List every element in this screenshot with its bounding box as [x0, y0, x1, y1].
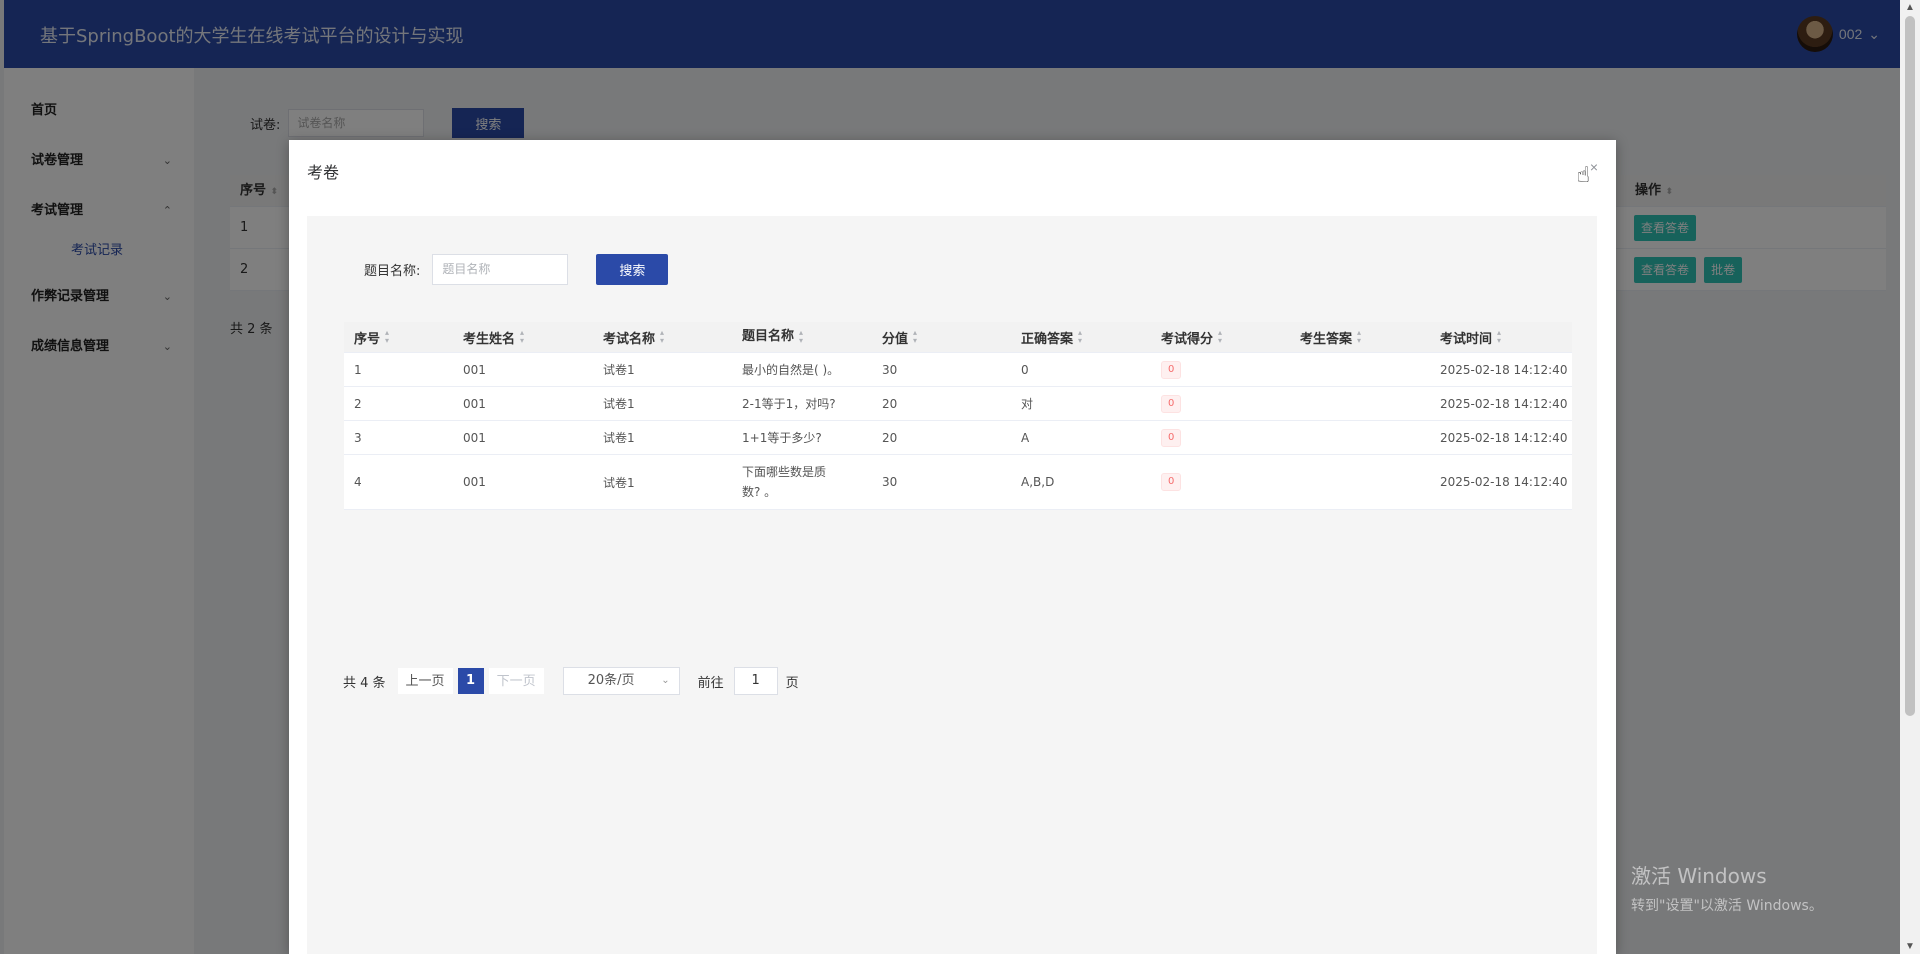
chevron-down-icon: ⌄	[661, 675, 670, 686]
column-header-score[interactable]: 分值 ▴ ▾	[882, 322, 1012, 352]
sort-icon: ▴ ▾	[660, 328, 665, 345]
cell-student-answer	[1300, 353, 1430, 386]
goto-page-input[interactable]: 1	[733, 667, 778, 695]
question-search-bar: 题目名称: 题目名称 搜索	[364, 254, 669, 285]
cell-index: 4	[354, 475, 362, 489]
cell-correct-answer: A,B,D	[1021, 475, 1055, 489]
table-row: 2 001 试卷1 2-1等于1，对吗? 20 对 0 2025-02-18 1…	[344, 387, 1572, 421]
question-search-input[interactable]: 题目名称	[432, 254, 569, 285]
question-search-button[interactable]: 搜索	[596, 254, 669, 285]
sort-icon: ▴ ▾	[520, 328, 525, 345]
table-row: 1 001 试卷1 最小的自然是( )。 30 0 0 2025-02-18 1…	[344, 353, 1572, 387]
cell-score: 20	[882, 430, 898, 445]
column-header-exam-name[interactable]: 考试名称 ▴ ▾	[603, 322, 733, 352]
windows-activation-watermark: 激活 Windows 转到"设置"以激活 Windows。	[1631, 860, 1823, 915]
sort-icon: ▴ ▾	[1497, 328, 1502, 345]
hand-pointer-cursor-icon: ☝	[1576, 162, 1590, 187]
cell-exam-score: 0	[1161, 455, 1291, 509]
cell-exam-score: 0	[1161, 353, 1291, 386]
cell-exam-time: 2025-02-18 14:12:40	[1440, 475, 1568, 489]
score-badge: 0	[1161, 394, 1182, 413]
prev-page-button[interactable]: 上一页	[397, 668, 453, 694]
scrollbar-thumb[interactable]	[1905, 16, 1915, 716]
column-header-student-name[interactable]: 考生姓名 ▴ ▾	[463, 322, 593, 352]
exam-paper-dialog: 考卷 × ☝ 题目名称: 题目名称 搜索 序号 ▴ ▾ 考生姓名 ▴ ▾ 考试名称 ▴ ▾ …	[289, 140, 1616, 954]
watermark-line1: 激活 Windows	[1631, 864, 1767, 888]
score-badge: 0	[1161, 360, 1182, 379]
page-size-select[interactable]: 20条/页 ⌄	[562, 667, 680, 695]
scroll-down-arrow-icon[interactable]: ▼	[1900, 941, 1920, 952]
page-suffix-label: 页	[785, 675, 799, 691]
column-header-exam-time[interactable]: 考试时间 ▴ ▾	[1440, 322, 1570, 352]
cell-question-name: 1+1等于多少?	[742, 430, 822, 445]
cell-student-answer	[1300, 421, 1430, 454]
column-header-student-answer[interactable]: 考生答案 ▴ ▾	[1300, 322, 1430, 352]
sort-icon: ▴ ▾	[1357, 328, 1362, 345]
cell-student-name: 001	[463, 396, 486, 411]
cell-student-name: 001	[463, 430, 486, 445]
column-header-correct-answer[interactable]: 正确答案 ▴ ▾	[1021, 322, 1151, 352]
table-row: 3 001 试卷1 1+1等于多少? 20 A 0 2025-02-18 14:…	[344, 421, 1572, 455]
page-scrollbar[interactable]: ▲ ▼	[1900, 0, 1920, 954]
cell-score: 30	[882, 362, 898, 377]
cell-index: 3	[354, 430, 362, 445]
cell-exam-score: 0	[1161, 387, 1291, 420]
score-badge: 0	[1161, 428, 1182, 447]
cell-exam-score: 0	[1161, 421, 1291, 454]
close-icon[interactable]: ×	[1590, 159, 1598, 175]
page-number-current[interactable]: 1	[457, 668, 484, 694]
cell-index: 2	[354, 396, 362, 411]
cell-exam-time: 2025-02-18 14:12:40	[1440, 396, 1568, 411]
cell-student-answer	[1300, 387, 1430, 420]
table-header: 序号 ▴ ▾ 考生姓名 ▴ ▾ 考试名称 ▴ ▾ 题目名称 ▴ ▾ 分值 ▴ ▾ 正确答案 ▴ ▾ 考试…	[344, 322, 1572, 353]
cell-exam-name: 试卷1	[603, 475, 635, 490]
sort-icon: ▴ ▾	[1218, 328, 1223, 345]
cell-exam-name: 试卷1	[603, 363, 635, 377]
cell-exam-time: 2025-02-18 14:12:40	[1440, 430, 1568, 445]
dialog-title: 考卷	[307, 163, 340, 182]
cell-question-name: 2-1等于1，对吗?	[742, 396, 836, 411]
watermark-line2: 转到"设置"以激活 Windows。	[1631, 898, 1823, 914]
cell-correct-answer: A	[1021, 430, 1030, 445]
sort-icon: ▴ ▾	[913, 328, 918, 345]
pagination-total: 共 4 条	[343, 675, 386, 691]
cell-student-name: 001	[463, 362, 486, 377]
dialog-body: 题目名称: 题目名称 搜索 序号 ▴ ▾ 考生姓名 ▴ ▾ 考试名称 ▴ ▾ 题目名称 ▴ ▾ …	[307, 216, 1597, 954]
column-header-question-name[interactable]: 题目名称 ▴ ▾	[742, 322, 872, 352]
sort-icon: ▴ ▾	[1078, 328, 1083, 345]
next-page-button[interactable]: 下一页	[488, 668, 544, 694]
sort-icon: ▴ ▾	[385, 328, 390, 345]
scroll-up-arrow-icon[interactable]: ▲	[1900, 2, 1920, 13]
cell-index: 1	[354, 362, 362, 377]
column-header-exam-score[interactable]: 考试得分 ▴ ▾	[1161, 322, 1291, 352]
cell-exam-name: 试卷1	[603, 397, 635, 411]
column-header-index[interactable]: 序号 ▴ ▾	[354, 322, 454, 352]
cell-correct-answer: 0	[1021, 362, 1029, 377]
cell-question-name: 下面哪些数是质数? 。	[742, 465, 827, 499]
cell-student-name: 001	[463, 475, 486, 489]
question-search-label: 题目名称:	[364, 264, 421, 279]
sort-icon: ▴ ▾	[799, 328, 804, 345]
cell-correct-answer: 对	[1021, 397, 1034, 411]
goto-label: 前往	[697, 675, 724, 691]
pagination: 共 4 条 上一页 1 下一页 20条/页 ⌄ 前往 1 页	[343, 667, 799, 695]
cell-student-answer	[1300, 455, 1430, 509]
cell-exam-name: 试卷1	[603, 431, 635, 445]
cell-score: 30	[882, 475, 898, 489]
score-badge: 0	[1161, 473, 1182, 491]
table-row: 4 001 试卷1 下面哪些数是质数? 。 30 A,B,D 0 2025-02…	[344, 455, 1572, 510]
cell-question-name: 最小的自然是( )。	[742, 362, 840, 377]
cell-exam-time: 2025-02-18 14:12:40	[1440, 362, 1568, 377]
cell-score: 20	[882, 396, 898, 411]
answer-details-table: 序号 ▴ ▾ 考生姓名 ▴ ▾ 考试名称 ▴ ▾ 题目名称 ▴ ▾ 分值 ▴ ▾ 正确答案 ▴ ▾ 考试…	[344, 322, 1572, 510]
